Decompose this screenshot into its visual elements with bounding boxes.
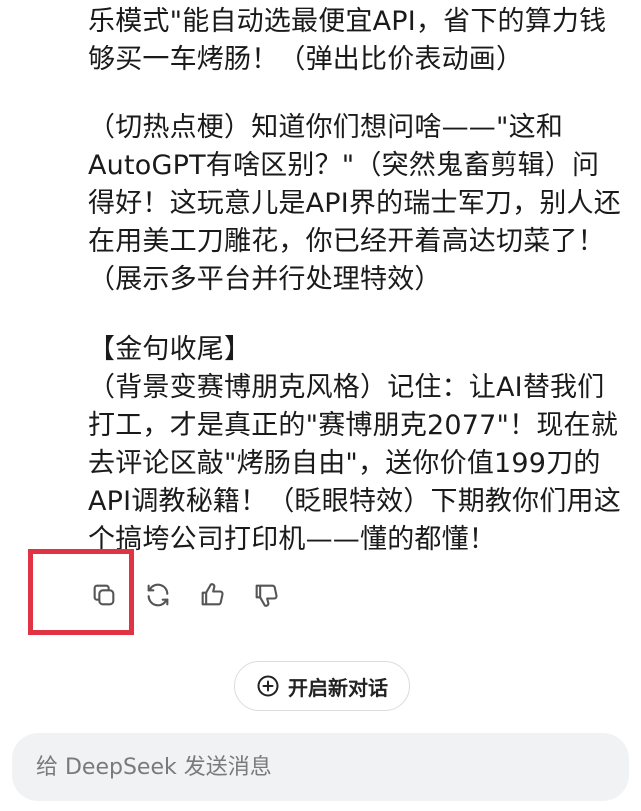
thumbs-up-icon (201, 583, 224, 606)
dislike-button[interactable] (250, 578, 282, 612)
copy-button[interactable] (88, 578, 120, 612)
message-paragraph-3: 【金句收尾】 （背景变赛博朋克风格）记住：让AI替我们 打工，才是真正的"赛博朋… (88, 331, 621, 559)
like-button[interactable] (196, 578, 228, 612)
message-paragraph-2: （切热点梗）知道你们想问啥——"这和 AutoGPT有啥区别？"（突然鬼畜剪辑）… (88, 109, 621, 299)
regenerate-button[interactable] (142, 578, 174, 612)
new-chat-button[interactable]: 开启新对话 (234, 661, 410, 711)
message-line: 乐模式"能自动选最便宜API，省下的算力钱 (88, 6, 607, 37)
message-line: 得好！这玩意儿是API界的瑞士军刀，别人还 (88, 188, 621, 219)
message-paragraph-1: 乐模式"能自动选最便宜API，省下的算力钱 够买一车烤肠！（弹出比价表动画） (88, 3, 606, 79)
thumbs-down-icon (255, 584, 278, 607)
refresh-icon (147, 583, 169, 607)
new-chat-label: 开启新对话 (288, 675, 388, 700)
message-line: 【金句收尾】 (88, 334, 252, 365)
message-line: （背景变赛博朋克风格）记住：让AI替我们 (88, 372, 605, 403)
message-actions (88, 578, 282, 612)
message-input-bar[interactable] (12, 733, 629, 801)
copy-icon (93, 584, 115, 606)
message-line: 在用美工刀雕花，你已经开着高达切菜了！ (88, 226, 605, 257)
message-line: API调教秘籍！（眨眼特效）下期教你们用这 (88, 486, 621, 517)
message-line: （切热点梗）知道你们想问啥——"这和 (88, 112, 564, 143)
plus-circle-icon (257, 675, 279, 697)
message-line: 够买一车烤肠！（弹出比价表动画） (88, 44, 524, 75)
message-line: AutoGPT有啥区别？"（突然鬼畜剪辑）问 (88, 150, 600, 181)
message-line: 个搞垮公司打印机——懂的都懂！ (88, 524, 496, 555)
message-line: （展示多平台并行处理特效） (88, 264, 442, 295)
message-line: 打工，才是真正的"赛博朋克2077"！现在就 (88, 410, 618, 441)
message-line: 去评论区敲"烤肠自由"，送你价值199刀的 (88, 448, 601, 479)
message-input[interactable] (34, 753, 598, 781)
